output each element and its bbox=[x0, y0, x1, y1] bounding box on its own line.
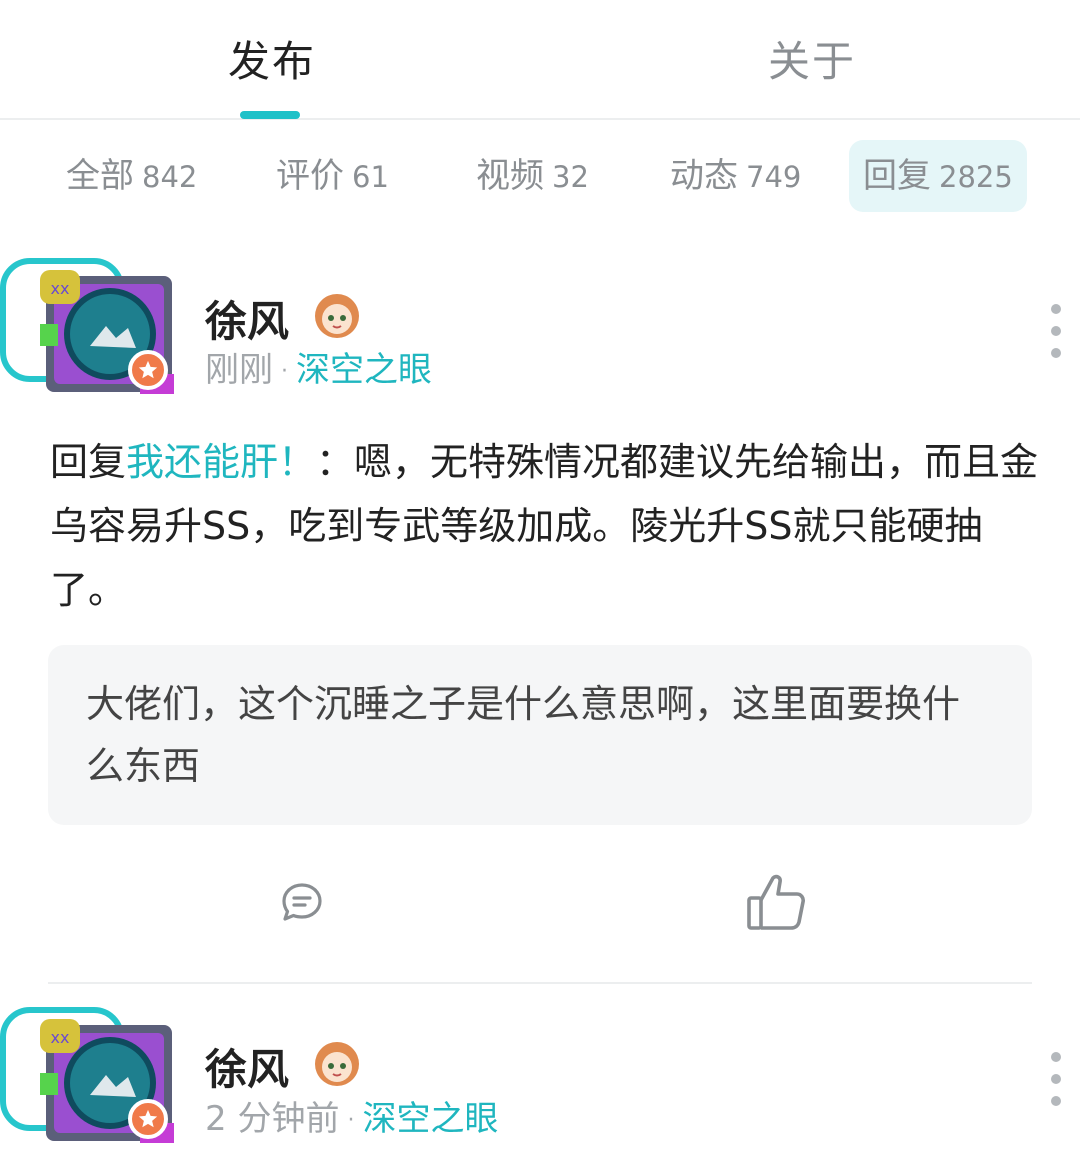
user-emote-icon bbox=[315, 1042, 359, 1086]
quoted-post[interactable]: 大佬们，这个沉睡之子是什么意思啊，这里面要换什么东西 bbox=[48, 645, 1032, 825]
filter-tab-videos[interactable]: 视频 32 bbox=[476, 140, 589, 212]
avatar[interactable]: xx bbox=[0, 258, 180, 398]
filter-tab-all[interactable]: 全部 842 bbox=[66, 140, 197, 212]
tab-about[interactable]: 关于 bbox=[768, 28, 856, 89]
game-link[interactable]: 深空之眼 bbox=[296, 350, 432, 390]
filter-count: 749 bbox=[746, 160, 802, 194]
top-tab-bar: 发布 关于 bbox=[0, 0, 1080, 120]
filter-count: 32 bbox=[552, 160, 589, 194]
reply-target-link[interactable]: 我还能肝！ bbox=[126, 440, 316, 484]
meta-separator: · bbox=[347, 1108, 355, 1133]
username[interactable]: 徐风 bbox=[205, 1036, 289, 1097]
post-time: 2 分钟前 bbox=[205, 1099, 340, 1139]
star-icon bbox=[138, 360, 158, 379]
filter-label: 动态 bbox=[670, 156, 738, 196]
thumbs-up-icon[interactable] bbox=[745, 872, 807, 932]
avatar[interactable]: xx bbox=[0, 1007, 180, 1147]
post-time: 刚刚 bbox=[205, 350, 273, 390]
filter-label: 评价 bbox=[276, 156, 344, 196]
comment-icon[interactable] bbox=[280, 881, 324, 925]
filter-label: 视频 bbox=[476, 156, 544, 196]
active-tab-indicator bbox=[240, 111, 300, 119]
quoted-text: 大佬们，这个沉睡之子是什么意思啊，这里面要换什么东西 bbox=[86, 682, 961, 788]
filter-tab-replies[interactable]: 回复 2825 bbox=[849, 140, 1027, 212]
filter-count: 842 bbox=[142, 160, 198, 194]
filter-tab-reviews[interactable]: 评价 61 bbox=[276, 140, 389, 212]
star-icon bbox=[138, 1109, 158, 1128]
filter-label: 全部 bbox=[66, 156, 134, 196]
reply-content: 回复我还能肝！：嗯，无特殊情况都建议先给输出，而且金乌容易升SS，吃到专武等级加… bbox=[50, 430, 1040, 622]
filter-tab-bar: 全部 842 评价 61 视频 32 动态 749 回复 2825 bbox=[0, 140, 1080, 214]
post-meta: 2 分钟前 · 深空之眼 bbox=[205, 1091, 498, 1140]
meta-separator: · bbox=[281, 359, 288, 384]
user-emote-icon bbox=[315, 294, 359, 338]
filter-count: 61 bbox=[352, 160, 389, 194]
filter-count: 2825 bbox=[939, 160, 1013, 194]
svg-text:xx: xx bbox=[51, 279, 70, 298]
post-meta: 刚刚 · 深空之眼 bbox=[205, 342, 432, 391]
tab-publish[interactable]: 发布 bbox=[228, 28, 316, 89]
reply-prefix: 回复 bbox=[50, 440, 127, 484]
filter-tab-moments[interactable]: 动态 749 bbox=[670, 140, 801, 212]
more-vertical-icon[interactable] bbox=[1046, 304, 1066, 368]
svg-text:xx: xx bbox=[51, 1028, 70, 1047]
verified-badge bbox=[128, 1099, 168, 1139]
username[interactable]: 徐风 bbox=[205, 288, 289, 349]
post-divider bbox=[48, 982, 1032, 984]
filter-label: 回复 bbox=[863, 156, 931, 196]
more-vertical-icon[interactable] bbox=[1046, 1052, 1066, 1116]
game-link[interactable]: 深空之眼 bbox=[362, 1099, 498, 1139]
verified-badge bbox=[128, 350, 168, 390]
